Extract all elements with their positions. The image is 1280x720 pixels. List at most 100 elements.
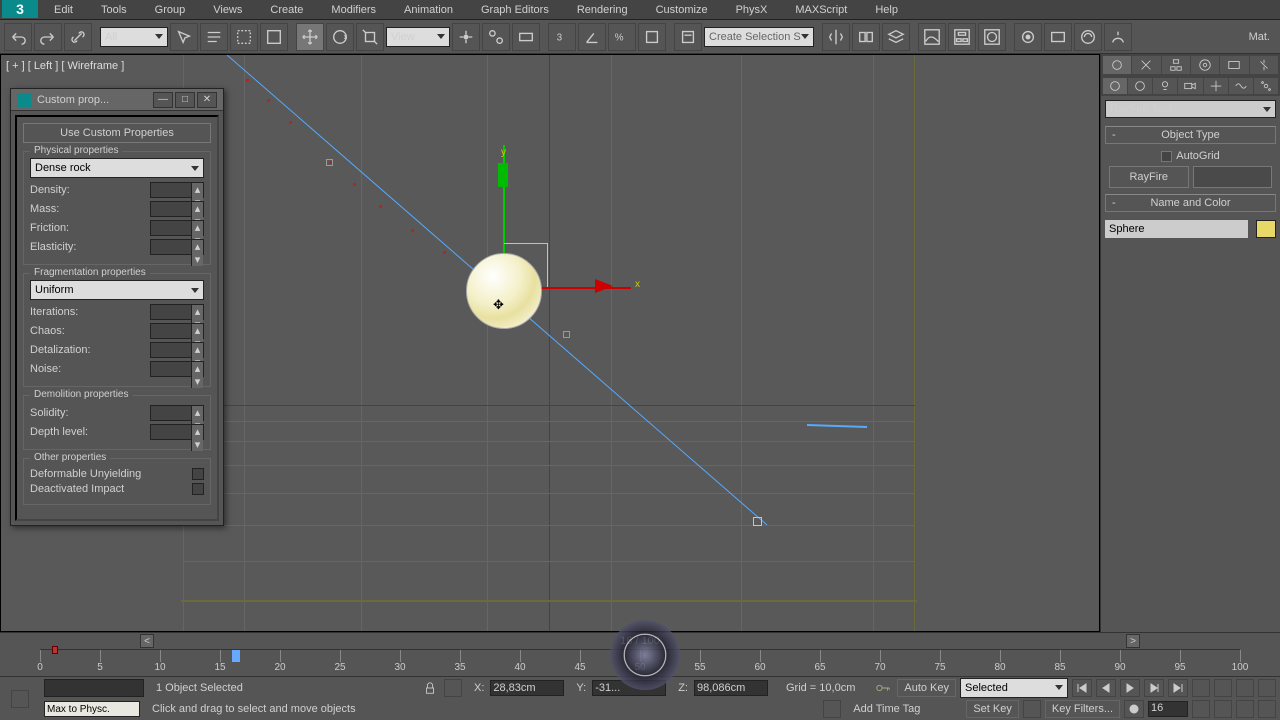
x-axis-handle[interactable] bbox=[595, 279, 613, 293]
reference-coord-dropdown[interactable]: View bbox=[386, 27, 450, 47]
select-and-scale-button[interactable] bbox=[356, 23, 384, 51]
time-cursor[interactable] bbox=[232, 650, 240, 662]
empty-button[interactable] bbox=[1193, 166, 1273, 188]
menu-help[interactable]: Help bbox=[861, 4, 912, 16]
link-button[interactable] bbox=[64, 23, 92, 51]
object-name-input[interactable]: Sphere bbox=[1105, 220, 1248, 238]
percent-snap-button[interactable]: % bbox=[608, 23, 636, 51]
menu-tools[interactable]: Tools bbox=[87, 4, 141, 16]
window-crossing-button[interactable] bbox=[260, 23, 288, 51]
material-dropdown[interactable]: Dense rock bbox=[30, 158, 204, 178]
dialog-titlebar[interactable]: Custom prop... — □ ✕ bbox=[11, 89, 223, 111]
fragmentation-type-dropdown[interactable]: Uniform bbox=[30, 280, 204, 300]
absolute-mode-button[interactable] bbox=[444, 679, 462, 697]
display-tab[interactable] bbox=[1220, 56, 1248, 74]
select-and-rotate-button[interactable] bbox=[326, 23, 354, 51]
menu-graph-editors[interactable]: Graph Editors bbox=[467, 4, 563, 16]
menu-customize[interactable]: Customize bbox=[642, 4, 722, 16]
maximize-button[interactable]: □ bbox=[175, 92, 195, 108]
schematic-view-button[interactable] bbox=[948, 23, 976, 51]
menu-views[interactable]: Views bbox=[199, 4, 256, 16]
lights-subtab[interactable] bbox=[1153, 78, 1177, 94]
sphere-object[interactable] bbox=[466, 253, 542, 329]
spacewarps-subtab[interactable] bbox=[1229, 78, 1253, 94]
goto-start-button[interactable] bbox=[1072, 679, 1092, 697]
time-slider[interactable]: 16 / 100 bbox=[154, 635, 1126, 647]
detalization-spinner[interactable]: ▴▾ bbox=[150, 342, 204, 358]
menu-rendering[interactable]: Rendering bbox=[563, 4, 642, 16]
nav-orbit-button[interactable] bbox=[1236, 679, 1254, 697]
use-pivot-button[interactable] bbox=[452, 23, 480, 51]
utilities-tab[interactable] bbox=[1250, 56, 1278, 74]
keymode-dropdown[interactable]: Selected bbox=[960, 678, 1068, 698]
script-listener-icon[interactable] bbox=[11, 690, 29, 708]
snap-toggle-button[interactable]: 3 bbox=[548, 23, 576, 51]
density-spinner[interactable]: ▴▾ bbox=[150, 182, 204, 198]
autokey-button[interactable]: Auto Key bbox=[897, 679, 956, 697]
modify-tab[interactable] bbox=[1132, 56, 1160, 74]
nav-pan-button[interactable] bbox=[1192, 679, 1210, 697]
maxscript-listener[interactable]: Max to Physc. bbox=[44, 701, 140, 717]
solidity-spinner[interactable]: ▴▾ bbox=[150, 405, 204, 421]
z-coord-input[interactable]: 98,086cm bbox=[694, 680, 768, 696]
select-object-button[interactable] bbox=[170, 23, 198, 51]
deactivated-checkbox[interactable] bbox=[192, 483, 204, 495]
key-icon[interactable] bbox=[873, 679, 893, 697]
friction-spinner[interactable]: ▴▾ bbox=[150, 220, 204, 236]
select-region-button[interactable] bbox=[230, 23, 258, 51]
menu-physx[interactable]: PhysX bbox=[722, 4, 782, 16]
chaos-spinner[interactable]: ▴▾ bbox=[150, 323, 204, 339]
nav-min-max-button[interactable] bbox=[1258, 700, 1276, 718]
lock-icon[interactable] bbox=[420, 679, 440, 697]
edit-named-sel-button[interactable] bbox=[674, 23, 702, 51]
keyfilters-button[interactable]: Key Filters... bbox=[1045, 700, 1120, 718]
current-frame-input[interactable]: 16 bbox=[1148, 701, 1188, 717]
menu-modifiers[interactable]: Modifiers bbox=[317, 4, 390, 16]
select-and-move-button[interactable] bbox=[296, 23, 324, 51]
select-manipulate-button[interactable] bbox=[482, 23, 510, 51]
y-coord-input[interactable]: -31... bbox=[592, 680, 666, 696]
curve-editor-button[interactable] bbox=[918, 23, 946, 51]
nav-fov-button[interactable] bbox=[1214, 700, 1232, 718]
render-button[interactable] bbox=[1074, 23, 1102, 51]
align-button[interactable] bbox=[852, 23, 880, 51]
shapes-subtab[interactable] bbox=[1128, 78, 1152, 94]
select-by-name-button[interactable] bbox=[200, 23, 228, 51]
angle-snap-button[interactable] bbox=[578, 23, 606, 51]
helpers-subtab[interactable] bbox=[1204, 78, 1228, 94]
create-tab[interactable] bbox=[1103, 56, 1131, 74]
minimize-button[interactable]: — bbox=[153, 92, 173, 108]
nav-zoom-button[interactable] bbox=[1214, 679, 1232, 697]
material-editor-button[interactable] bbox=[978, 23, 1006, 51]
menu-maxscript[interactable]: MAXScript bbox=[781, 4, 861, 16]
geometry-subtab[interactable] bbox=[1103, 78, 1127, 94]
menu-animation[interactable]: Animation bbox=[390, 4, 467, 16]
object-color-swatch[interactable] bbox=[1256, 220, 1276, 238]
nav-max-button[interactable] bbox=[1258, 679, 1276, 697]
elasticity-spinner[interactable]: ▴▾ bbox=[150, 239, 204, 255]
render-production-button[interactable] bbox=[1104, 23, 1132, 51]
cameras-subtab[interactable] bbox=[1178, 78, 1202, 94]
object-type-rollout[interactable]: -Object Type bbox=[1105, 126, 1276, 144]
selection-lock-box[interactable] bbox=[44, 679, 144, 697]
layers-button[interactable] bbox=[882, 23, 910, 51]
goto-end-button[interactable] bbox=[1168, 679, 1188, 697]
play-button[interactable] bbox=[1120, 679, 1140, 697]
rendered-frame-button[interactable] bbox=[1044, 23, 1072, 51]
spinner-snap-button[interactable] bbox=[638, 23, 666, 51]
mirror-button[interactable] bbox=[822, 23, 850, 51]
time-config-button[interactable] bbox=[1124, 700, 1144, 718]
menu-group[interactable]: Group bbox=[141, 4, 200, 16]
use-custom-properties-button[interactable]: Use Custom Properties bbox=[23, 123, 211, 143]
next-frame-button[interactable] bbox=[1144, 679, 1164, 697]
selection-filter-dropdown[interactable]: All bbox=[100, 27, 168, 47]
time-ruler[interactable]: 0510152025303540455055606570758085909510… bbox=[40, 649, 1240, 677]
add-time-tag[interactable]: Add Time Tag bbox=[845, 703, 928, 715]
hierarchy-tab[interactable] bbox=[1162, 56, 1190, 74]
key-marker-0[interactable] bbox=[52, 646, 58, 654]
nav-pan2-button[interactable] bbox=[1236, 700, 1254, 718]
keyboard-shortcut-button[interactable] bbox=[512, 23, 540, 51]
setkey-button[interactable]: Set Key bbox=[966, 700, 1019, 718]
key-mode-icon[interactable] bbox=[1023, 700, 1041, 718]
deformable-checkbox[interactable] bbox=[192, 468, 204, 480]
